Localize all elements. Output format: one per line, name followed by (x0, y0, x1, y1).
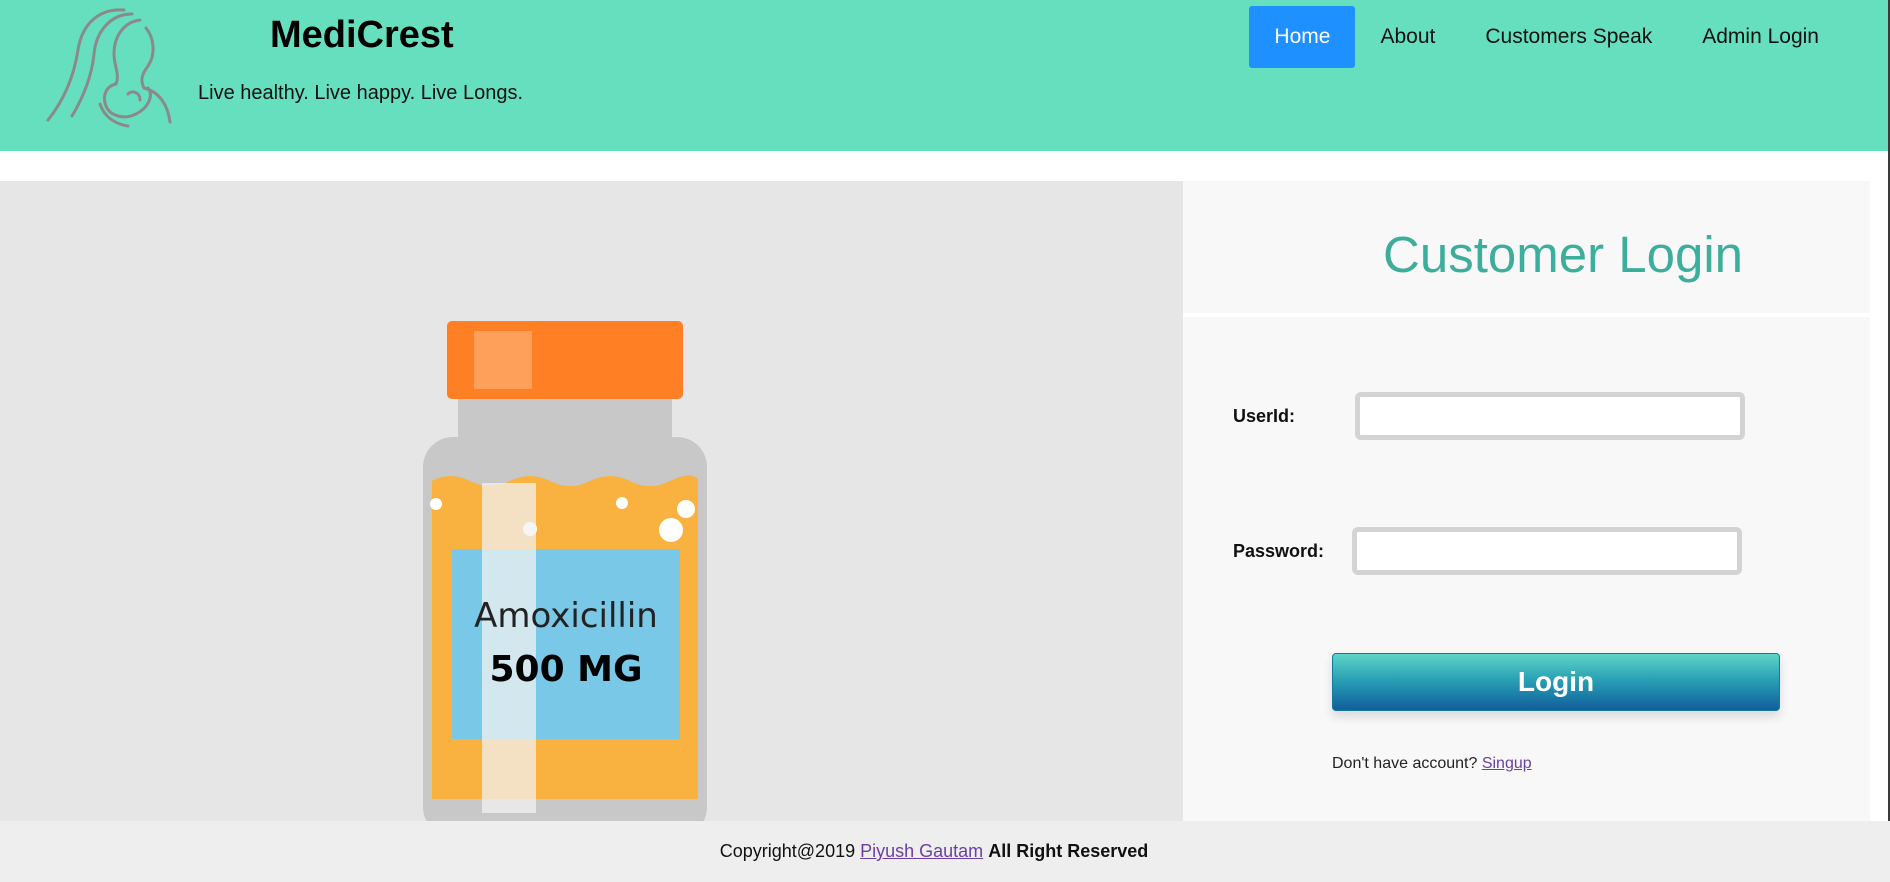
hero-banner: Amoxicillin 500 MG (0, 181, 1183, 821)
footer-author-link[interactable]: Piyush Gautam (860, 841, 983, 861)
userid-label: UserId: (1233, 406, 1296, 426)
nav-customers-speak[interactable]: Customers Speak (1460, 6, 1677, 68)
customer-login-panel: Customer Login UserId: Password: Login D… (1183, 181, 1870, 821)
nav-admin-login[interactable]: Admin Login (1677, 6, 1844, 68)
footer-rights: All Right Reserved (988, 841, 1149, 861)
login-button[interactable]: Login (1332, 653, 1780, 711)
mother-child-logo-icon (46, 8, 172, 128)
userid-input[interactable] (1355, 392, 1745, 440)
password-input[interactable] (1352, 527, 1742, 575)
bottle-label-name: Amoxicillin (474, 596, 658, 636)
medicine-bottle-illustration: Amoxicillin 500 MG (423, 321, 707, 821)
bottle-label-dose: 500 MG (489, 649, 642, 690)
nav-home[interactable]: Home (1249, 6, 1356, 68)
main-nav: Home About Customers Speak Admin Login (1249, 6, 1844, 68)
signup-prompt-line: Don't have account? Singup (1332, 755, 1532, 773)
site-footer: Copyright@2019 Piyush Gautam All Right R… (0, 821, 1890, 882)
site-header: MediCrest Live healthy. Live happy. Live… (0, 0, 1888, 151)
footer-text: Copyright@2019 Piyush Gautam All Right R… (0, 841, 1868, 862)
nav-about[interactable]: About (1355, 6, 1460, 68)
password-label: Password: (1233, 541, 1325, 561)
signup-prompt-text: Don't have account? (1332, 755, 1478, 772)
footer-copyright: Copyright@2019 (719, 841, 856, 861)
login-divider (1183, 313, 1870, 317)
brand-title: MediCrest (270, 14, 454, 56)
login-title: Customer Login (1383, 226, 1744, 283)
brand-tagline: Live healthy. Live happy. Live Longs. (198, 82, 524, 104)
signup-link[interactable]: Singup (1482, 755, 1532, 772)
